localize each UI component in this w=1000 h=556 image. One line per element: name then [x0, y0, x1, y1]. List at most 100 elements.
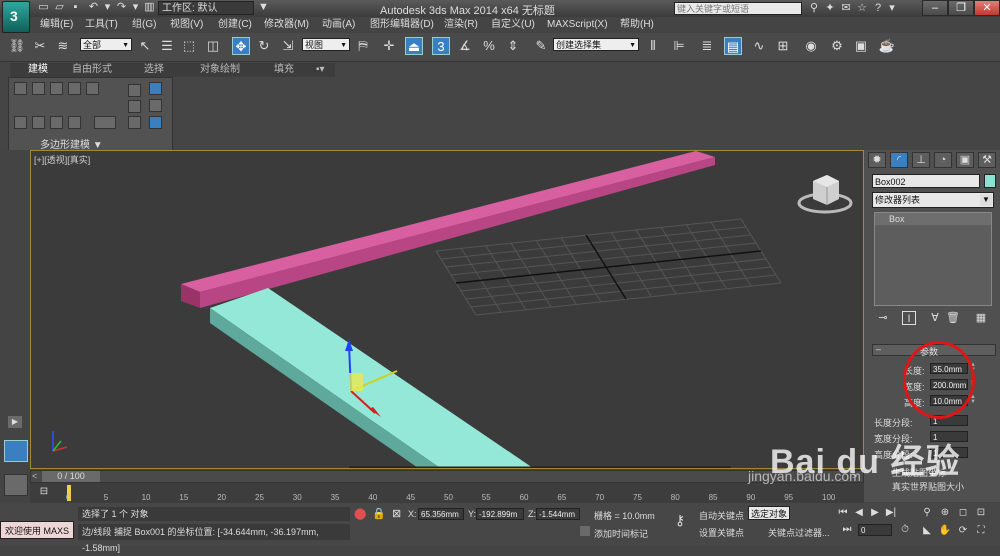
collapse-stack-icon[interactable]	[94, 116, 116, 129]
key-mode-icon[interactable]: ⏭	[840, 523, 854, 537]
spinner-snap-icon[interactable]: ⇕	[504, 37, 522, 55]
percent-snap-icon[interactable]: %	[480, 37, 498, 55]
redo-dropdown-icon[interactable]: ▾	[128, 1, 143, 14]
communication-icon[interactable]: ✉	[838, 1, 854, 15]
rollout-collapse-icon[interactable]: –	[876, 344, 881, 354]
menu-maxscript[interactable]: MAXScript(X)	[547, 17, 608, 33]
menu-customize[interactable]: 自定义(U)	[491, 17, 535, 33]
time-tag-icon[interactable]	[580, 526, 590, 536]
keyboard-shortcut-override-icon[interactable]: ⏏	[405, 37, 423, 55]
align-icon[interactable]: ⊫	[670, 37, 688, 55]
pivot-center-icon[interactable]: ⛿	[354, 37, 372, 55]
tab-object-paint[interactable]: 对象绘制	[200, 64, 240, 76]
make-unique-icon[interactable]: ∀	[928, 311, 942, 325]
zoom-extents-all-icon[interactable]: ⊡	[974, 506, 988, 520]
polygon-icon[interactable]	[68, 82, 81, 95]
workspace-arrow-icon[interactable]: ▼	[256, 1, 271, 14]
x-field[interactable]: 65.356mm	[418, 508, 464, 520]
next-modifier-icon[interactable]	[50, 116, 63, 129]
modify-mode-icon[interactable]	[14, 116, 27, 129]
set-key-icon[interactable]: ⚷	[668, 512, 692, 532]
menu-group[interactable]: 组(G)	[132, 17, 156, 33]
next-frame-icon[interactable]: ▶|	[884, 506, 898, 520]
angle-snap-icon[interactable]: ∡	[456, 37, 474, 55]
go-to-start-icon[interactable]: ⏮	[836, 506, 850, 520]
tab-selection[interactable]: 选择	[144, 64, 164, 76]
hierarchy-tab-icon[interactable]: ⊥	[912, 152, 930, 168]
restore-button[interactable]: ❐	[948, 0, 974, 16]
time-prev-icon[interactable]: <	[32, 471, 37, 481]
named-selection-dropdown[interactable]: 创建选择集	[553, 38, 639, 52]
menu-modifiers[interactable]: 修改器(M)	[264, 17, 309, 33]
maximize-viewport-icon[interactable]: ⛶	[974, 524, 988, 538]
workspace-dropdown[interactable]: 工作区: 默认	[158, 1, 254, 15]
render-production-icon[interactable]: ☕	[878, 37, 896, 55]
graphite-ribbon-icon[interactable]: ▤	[724, 37, 742, 55]
curve-editor-icon[interactable]: ∿	[750, 37, 768, 55]
key-filters-button[interactable]: 关键点过滤器...	[768, 526, 830, 539]
schematic-view-icon[interactable]: ⊞	[774, 37, 792, 55]
menu-animation[interactable]: 动画(A)	[322, 17, 355, 33]
search-binoculars-icon[interactable]: ⚲	[806, 1, 822, 15]
menu-help[interactable]: 帮助(H)	[620, 17, 654, 33]
set-key-button[interactable]: 设置关键点	[699, 526, 744, 539]
create-tab-icon[interactable]: ✹	[868, 152, 886, 168]
select-by-name-icon[interactable]: ☰	[158, 37, 176, 55]
make-unique-icon[interactable]	[149, 99, 162, 112]
select-and-move-icon[interactable]: ✥	[232, 37, 250, 55]
element-icon[interactable]	[86, 82, 99, 95]
bind-space-warp-icon[interactable]: ≋	[54, 37, 72, 55]
y-field[interactable]: -192.899m	[476, 508, 524, 520]
selected-dropdown[interactable]: 选定对象	[748, 506, 790, 520]
window-crossing-icon[interactable]: ◫	[204, 37, 222, 55]
modifier-list-dropdown[interactable]: 修改器列表	[872, 192, 994, 208]
zoom-icon[interactable]: ⚲	[920, 506, 934, 520]
play-icon[interactable]: ▶	[868, 506, 882, 520]
object-color-swatch[interactable]	[984, 174, 996, 188]
favorites-icon[interactable]: ☆	[854, 1, 870, 15]
selection-lock-icon[interactable]: 🔒	[372, 507, 386, 520]
save-icon[interactable]: ▪	[68, 1, 83, 14]
pin-stack-icon[interactable]: ⊸	[876, 311, 890, 325]
orbit-icon[interactable]: ⟳	[956, 524, 970, 538]
maxscript-listener[interactable]: 欢迎使用 MAXS	[0, 521, 74, 539]
subscription-icon[interactable]: ✦	[822, 1, 838, 15]
viewport-config-icon[interactable]	[4, 474, 28, 496]
zoom-extents-icon[interactable]: ◻	[956, 506, 970, 520]
viewport-layout-icon[interactable]	[4, 440, 28, 462]
unlink-icon[interactable]: ✂	[31, 37, 49, 55]
open-file-icon[interactable]: ▱	[52, 1, 67, 14]
display-tab-icon[interactable]: ▣	[956, 152, 974, 168]
edge-icon[interactable]	[32, 82, 45, 95]
select-and-link-icon[interactable]: ⛓	[8, 37, 26, 55]
repeat-last-icon[interactable]	[128, 116, 141, 129]
select-manipulate-icon[interactable]: ✛	[380, 37, 398, 55]
rendered-frame-window-icon[interactable]: ▣	[852, 37, 870, 55]
select-object-icon[interactable]: ↖	[136, 37, 154, 55]
zoom-all-icon[interactable]: ⊕	[938, 506, 952, 520]
menu-create[interactable]: 创建(C)	[218, 17, 252, 33]
edit-named-sets-icon[interactable]: ✎	[532, 37, 550, 55]
project-folder-icon[interactable]: ▥	[142, 1, 157, 14]
rect-selection-icon[interactable]: ⬚	[180, 37, 198, 55]
undo-icon[interactable]: ↶	[86, 1, 101, 14]
absolute-mode-icon[interactable]: ⊠	[392, 507, 401, 520]
panel-label[interactable]: 多边形建模 ▼	[40, 136, 103, 151]
pink-box[interactable]	[181, 151, 715, 308]
minimize-button[interactable]: –	[922, 0, 948, 16]
time-slider-thumb[interactable]: 0 / 100	[42, 471, 100, 482]
field-of-view-icon[interactable]: ◣	[920, 524, 934, 538]
menu-rendering[interactable]: 渲染(R)	[444, 17, 478, 33]
expand-arrow-icon[interactable]: ▶	[8, 416, 22, 428]
pin-stack-icon[interactable]	[149, 82, 162, 95]
help-dropdown-icon[interactable]: ▾	[884, 1, 900, 15]
current-frame-field[interactable]: 0	[858, 524, 892, 536]
tab-freeform[interactable]: 自由形式	[72, 64, 112, 76]
show-end-result-toggle-icon[interactable]: I	[902, 311, 916, 325]
z-field[interactable]: -1.544mm	[536, 508, 580, 520]
reference-coord-dropdown[interactable]: 视图	[302, 38, 350, 52]
select-and-scale-icon[interactable]: ⇲	[279, 37, 297, 55]
render-setup-icon[interactable]: ⚙	[828, 37, 846, 55]
isolate-selection-icon[interactable]: ⬤	[354, 507, 366, 520]
prev-frame-icon[interactable]: ◀	[852, 506, 866, 520]
